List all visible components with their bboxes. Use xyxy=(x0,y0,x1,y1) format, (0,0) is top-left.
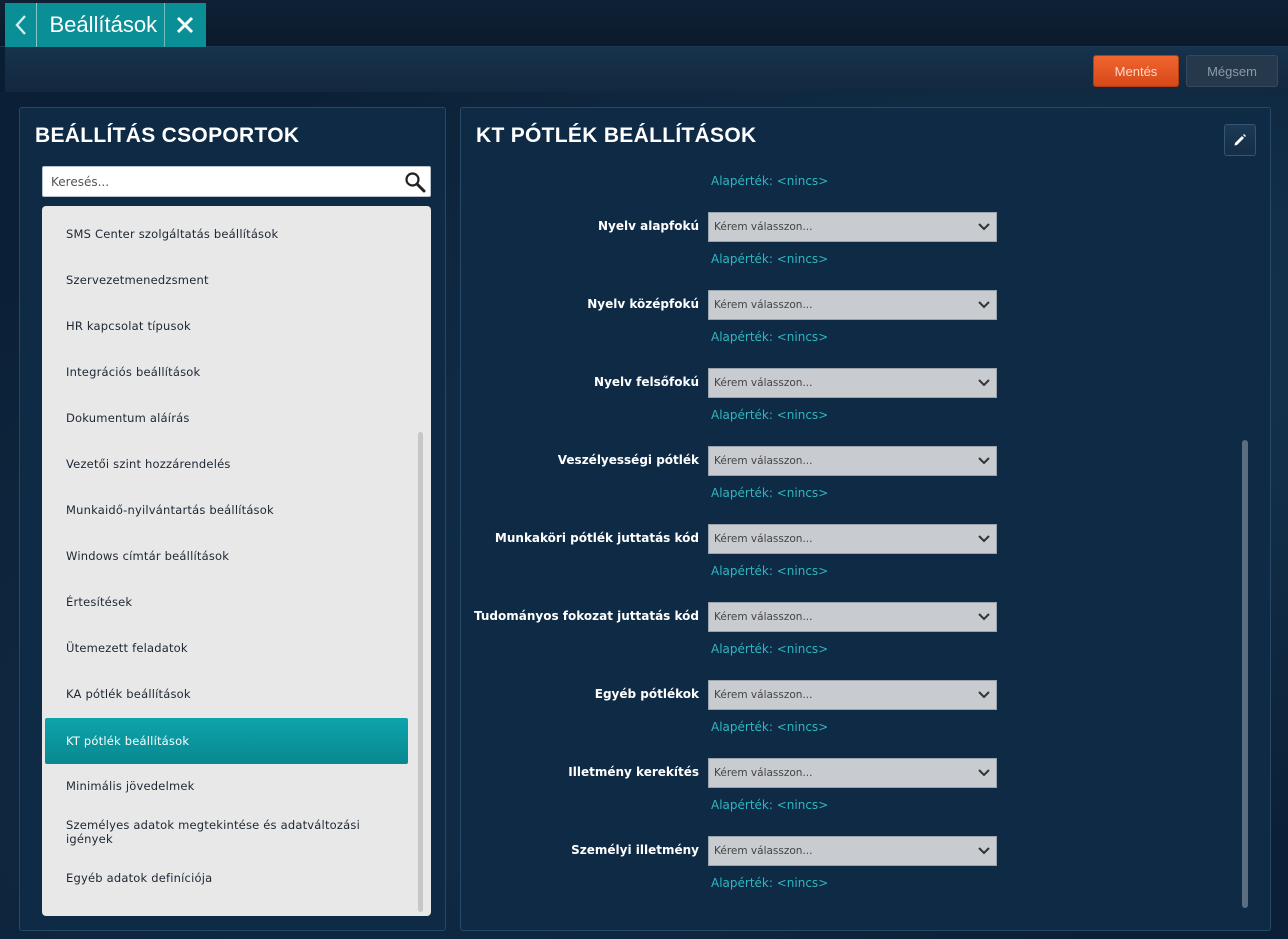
field-label: Személyi illetmény xyxy=(571,843,699,857)
edit-button[interactable] xyxy=(1224,124,1256,156)
field-select[interactable]: Kérem válasszon... xyxy=(708,836,997,866)
list-item[interactable]: Integrációs beállítások xyxy=(45,349,408,395)
select-value: Kérem válasszon... xyxy=(714,221,813,233)
list-item[interactable]: Értesítések xyxy=(45,579,408,625)
close-tab-button[interactable] xyxy=(163,3,206,47)
field-select[interactable]: Kérem válasszon... xyxy=(708,602,997,632)
list-item[interactable]: Vezetői szint hozzárendelés xyxy=(45,441,408,487)
list-item[interactable]: Dokumentum aláírás xyxy=(45,395,408,441)
default-value-text: Alapérték: <nincs> xyxy=(711,252,829,266)
chevron-down-icon xyxy=(978,847,990,855)
chevron-down-icon xyxy=(978,691,990,699)
save-button[interactable]: Mentés xyxy=(1093,55,1179,87)
field-label: Egyéb pótlékok xyxy=(594,687,699,701)
field-label: Munkaköri pótlék juttatás kód xyxy=(494,531,699,545)
select-value: Kérem válasszon... xyxy=(714,689,813,701)
default-value-text: Alapérték: <nincs> xyxy=(711,876,829,890)
kt-settings-title: KT PÓTLÉK BEÁLLÍTÁSOK xyxy=(476,124,757,147)
back-button[interactable] xyxy=(5,3,38,47)
chevron-down-icon xyxy=(978,613,990,621)
chevron-down-icon xyxy=(978,223,990,231)
field-label: Nyelv felsőfokú xyxy=(594,375,699,389)
top-bar: Beállítások xyxy=(0,0,1288,47)
select-value: Kérem válasszon... xyxy=(714,299,813,311)
list-item[interactable]: Egyéb adatok definíciója xyxy=(45,855,408,901)
settings-groups-title: BEÁLLÍTÁS CSOPORTOK xyxy=(35,124,300,147)
default-value-text: Alapérték: <nincs> xyxy=(711,408,829,422)
chevron-down-icon xyxy=(978,535,990,543)
list-item[interactable]: Minimális jövedelmek xyxy=(45,763,408,809)
field-label: Nyelv alapfokú xyxy=(597,219,699,233)
list-item[interactable]: Windows címtár beállítások xyxy=(45,533,408,579)
field-label: Illetmény kerekítés xyxy=(568,765,699,779)
default-value-text: Alapérték: <nincs> xyxy=(711,486,829,500)
settings-tab[interactable]: Beállítások xyxy=(5,3,206,47)
select-value: Kérem válasszon... xyxy=(714,455,813,467)
close-icon xyxy=(177,16,194,34)
field-select[interactable]: Kérem válasszon... xyxy=(708,368,997,398)
cancel-button[interactable]: Mégsem xyxy=(1186,55,1278,87)
search-input[interactable] xyxy=(49,167,393,196)
search-button[interactable] xyxy=(404,171,426,197)
field-label: Nyelv középfokú xyxy=(587,297,699,311)
field-select[interactable]: Kérem válasszon... xyxy=(708,212,997,242)
chevron-down-icon xyxy=(978,301,990,309)
list-item[interactable]: Szervezetmenedzsment xyxy=(45,257,408,303)
chevron-left-icon xyxy=(15,15,26,35)
default-value-text: Alapérték: <nincs> xyxy=(711,720,829,734)
default-value-text: Alapérték: <nincs> xyxy=(711,564,829,578)
list-item[interactable]: Ütemezett feladatok xyxy=(45,625,408,671)
kt-settings-panel: KT PÓTLÉK BEÁLLÍTÁSOK Alapérték: <nincs>… xyxy=(460,107,1271,931)
field-select[interactable]: Kérem válasszon... xyxy=(708,446,997,476)
select-value: Kérem válasszon... xyxy=(714,767,813,779)
field-select[interactable]: Kérem válasszon... xyxy=(708,758,997,788)
field-select[interactable]: Kérem válasszon... xyxy=(708,290,997,320)
chevron-down-icon xyxy=(978,457,990,465)
list-item[interactable]: HR kapcsolat típusok xyxy=(45,303,408,349)
list-item-active[interactable]: KT pótlék beállítások xyxy=(45,718,408,764)
settings-groups-panel: BEÁLLÍTÁS CSOPORTOK SMS Center szolgálta… xyxy=(19,107,446,931)
search-icon xyxy=(405,172,426,193)
default-value-text: Alapérték: <nincs> xyxy=(711,642,829,656)
pencil-icon xyxy=(1234,134,1246,146)
default-value-text: Alapérték: <nincs> xyxy=(711,798,829,812)
select-value: Kérem válasszon... xyxy=(714,377,813,389)
tab-title: Beállítások xyxy=(49,12,158,37)
field-select[interactable]: Kérem válasszon... xyxy=(708,680,997,710)
select-value: Kérem válasszon... xyxy=(714,611,813,623)
list-item[interactable]: Munkaidő-nyilvántartás beállítások xyxy=(45,487,408,533)
search-box xyxy=(42,166,431,197)
chevron-down-icon xyxy=(978,379,990,387)
settings-group-list[interactable]: SMS Center szolgáltatás beállítások Szer… xyxy=(42,206,431,916)
field-label: Veszélyességi pótlék xyxy=(557,453,699,467)
toolbar: Mentés Mégsem xyxy=(5,47,1288,92)
default-value-text: Alapérték: <nincs> xyxy=(711,330,829,344)
list-scrollbar[interactable] xyxy=(418,432,423,912)
field-select[interactable]: Kérem válasszon... xyxy=(708,524,997,554)
select-value: Kérem válasszon... xyxy=(714,533,813,545)
field-label: Tudományos fokozat juttatás kód xyxy=(473,609,699,623)
select-value: Kérem válasszon... xyxy=(714,845,813,857)
chevron-down-icon xyxy=(978,769,990,777)
list-item[interactable]: Személyes adatok megtekintése és adatvál… xyxy=(45,809,408,855)
list-item[interactable]: SMS Center szolgáltatás beállítások xyxy=(45,211,408,257)
default-value-text: Alapérték: <nincs> xyxy=(711,174,829,188)
form-scrollbar[interactable] xyxy=(1242,440,1248,908)
list-item[interactable]: KA pótlék beállítások xyxy=(45,671,408,717)
